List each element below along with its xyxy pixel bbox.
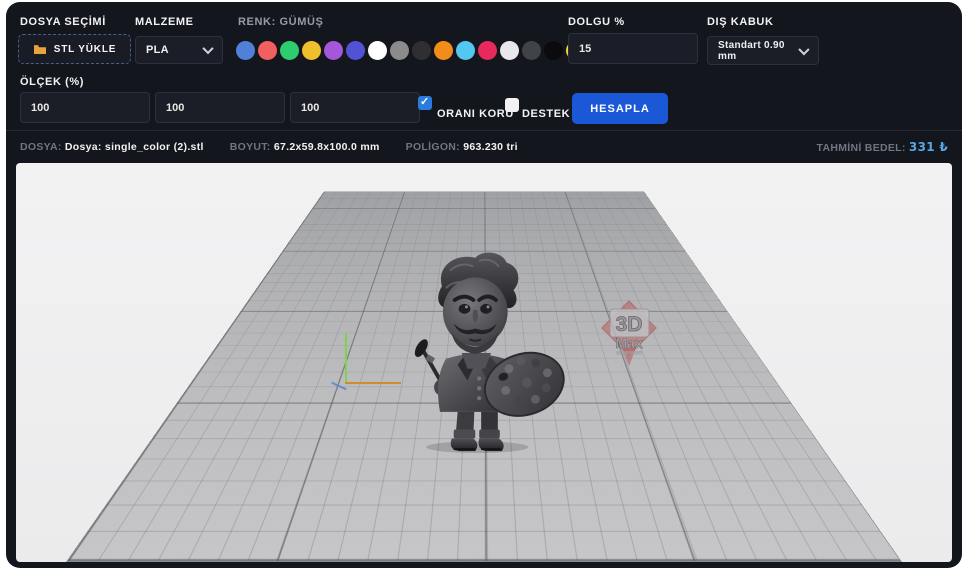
status-polygon: POLİGON: 963.230 tri	[406, 141, 518, 153]
shell-value: Standart 0.90 mm	[718, 39, 785, 62]
watermark-3dmax: 3D Max	[601, 300, 657, 366]
scale-x-input[interactable]	[20, 92, 150, 123]
color-swatch[interactable]	[390, 41, 409, 60]
shell-label: DIŞ KABUK	[707, 16, 774, 28]
watermark-text-3d: 3D	[616, 313, 643, 336]
status-file: DOSYA: Dosya: single_color (2).stl	[20, 141, 204, 153]
scale-y-input[interactable]	[155, 92, 285, 123]
color-swatch[interactable]	[324, 41, 343, 60]
scale-label: ÖLÇEK (%)	[20, 76, 85, 88]
infill-input[interactable]	[568, 33, 698, 64]
status-size-value: 67.2x59.8x100.0 mm	[273, 141, 380, 153]
stl-upload-label: STL YÜKLE	[53, 43, 117, 55]
status-polygon-value: 963.230 tri	[463, 141, 518, 153]
chevron-down-icon	[202, 42, 214, 55]
app-window: DOSYA SEÇİMİ STL YÜKLE MALZEME PLA RENK:…	[6, 2, 962, 568]
color-swatch[interactable]	[500, 41, 519, 60]
material-label: MALZEME	[135, 16, 194, 28]
status-size: BOYUT: 67.2x59.8x100.0 mm	[230, 141, 380, 153]
scale-z-input[interactable]	[290, 92, 420, 123]
keep-ratio-label: ORANI KORU	[437, 108, 514, 120]
material-value: PLA	[146, 44, 169, 56]
keep-ratio-checkbox[interactable]	[418, 95, 432, 110]
status-size-label: BOYUT:	[229, 141, 271, 153]
shell-select[interactable]: Standart 0.90 mm	[707, 36, 819, 65]
status-price: TAHMİNİ BEDEL: 331 ₺	[817, 140, 948, 154]
color-swatch[interactable]	[302, 41, 321, 60]
viewport-3d[interactable]: 3D Max	[16, 163, 952, 562]
color-swatch[interactable]	[456, 41, 475, 60]
model-figurine[interactable]	[395, 249, 585, 455]
status-file-value: Dosya: single_color (2).stl	[64, 141, 204, 153]
color-swatch[interactable]	[544, 41, 563, 60]
status-price-label: TAHMİNİ BEDEL:	[816, 142, 906, 154]
status-price-value: 331 ₺	[908, 140, 948, 154]
color-swatch[interactable]	[522, 41, 541, 60]
folder-icon	[33, 44, 46, 54]
axis-y-line	[345, 333, 347, 382]
color-swatch[interactable]	[434, 41, 453, 60]
axis-x-line	[345, 382, 401, 384]
status-polygon-label: POLİGON:	[405, 141, 460, 153]
color-swatch[interactable]	[258, 41, 277, 60]
status-bar: DOSYA: Dosya: single_color (2).stl BOYUT…	[6, 130, 962, 163]
stl-upload-button[interactable]: STL YÜKLE	[18, 34, 131, 64]
material-select[interactable]: PLA	[135, 36, 223, 64]
color-swatch[interactable]	[412, 41, 431, 60]
color-swatch[interactable]	[368, 41, 387, 60]
watermark-text-max: Max	[615, 335, 642, 351]
calculate-button[interactable]: HESAPLA	[572, 93, 668, 124]
support-label: DESTEK	[522, 108, 571, 120]
color-label: RENK: GÜMÜŞ	[238, 16, 324, 28]
support-checkbox[interactable]	[505, 98, 519, 112]
color-swatch[interactable]	[280, 41, 299, 60]
color-swatch[interactable]	[236, 41, 255, 60]
file-section-label: DOSYA SEÇİMİ	[20, 16, 106, 28]
infill-label: DOLGU %	[568, 16, 625, 28]
status-file-label: DOSYA:	[20, 141, 62, 153]
color-swatch[interactable]	[478, 41, 497, 60]
color-swatch[interactable]	[346, 41, 365, 60]
